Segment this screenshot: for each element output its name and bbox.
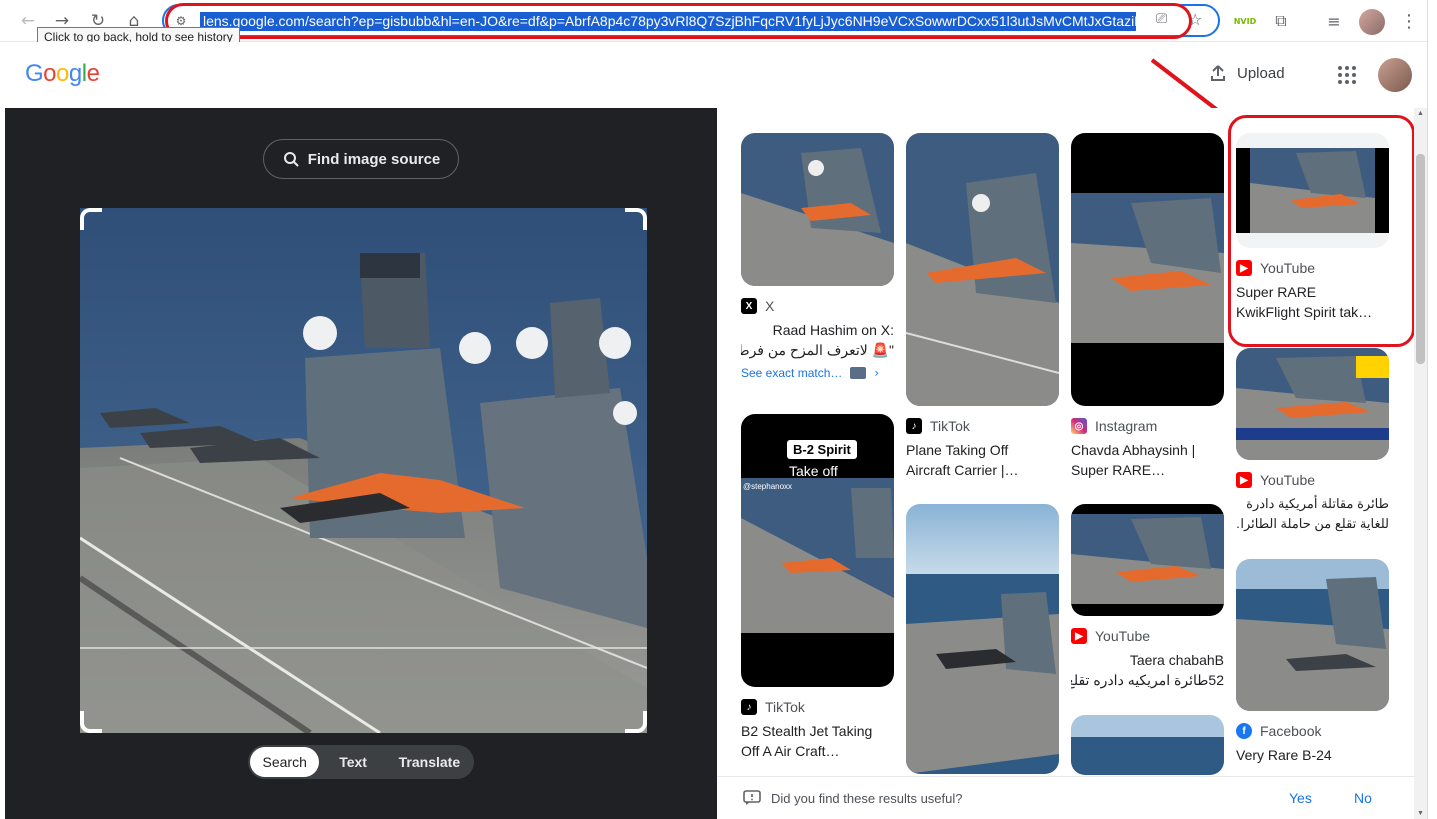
result-title-line: :Raad Hashim on X (772, 322, 894, 338)
instagram-logo-icon: ◎ (1071, 418, 1087, 434)
result-title[interactable]: Taera chabahB 52طائرة امريكيه دادره تقلع… (1071, 650, 1224, 690)
lens-search-icon (283, 152, 299, 167)
see-exact-label: See exact match… (741, 366, 843, 380)
tab-text[interactable]: Text (319, 747, 386, 777)
result-title-line: Plane Taking Off (906, 442, 1009, 458)
scroll-down-arrow[interactable]: ▼ (1417, 810, 1424, 817)
result-thumbnail[interactable] (1236, 348, 1389, 460)
result-card[interactable]: B-2 Spirit Take off @stephanoxx ♪ TikTok… (741, 414, 894, 761)
extension-nvidia-icon[interactable]: NVID (1233, 9, 1257, 33)
crop-corner-bl[interactable] (80, 711, 102, 733)
thumb-overlay-handle: @stephanoxx (743, 482, 793, 491)
result-card[interactable]: ▶ YouTube Taera chabahB 52طائرة امريكيه … (1071, 504, 1224, 690)
result-title-line: للغاية تقلع من حاملة الطائرا… (1236, 516, 1389, 531)
menu-kebab-icon[interactable]: ⋮ (1397, 9, 1421, 33)
result-source: Instagram (1095, 418, 1158, 434)
result-title-line: Very Rare B-24 (1236, 747, 1332, 763)
account-avatar[interactable] (1378, 58, 1412, 92)
tiktok-logo-icon: ♪ (906, 418, 922, 434)
result-title[interactable]: طائرة مقاتلة أمريكية دادرة للغاية تقلع م… (1236, 494, 1389, 534)
google-logo[interactable]: Google (25, 60, 100, 88)
result-thumbnail[interactable] (741, 133, 894, 286)
result-title-line: Chavda Abhaysinh | (1071, 442, 1196, 458)
apps-grid-icon[interactable] (1338, 66, 1356, 84)
find-image-source-button[interactable]: Find image source (263, 139, 459, 179)
feedback-icon (743, 790, 761, 805)
see-exact-match-link[interactable]: See exact match… › (741, 366, 894, 380)
lens-mode-tabs: Search Text Translate (248, 745, 474, 779)
crop-corner-tl[interactable] (80, 208, 102, 230)
chevron-right-icon: › (874, 366, 880, 380)
result-title-line: Taera chabahB (1129, 652, 1224, 668)
result-title-line: 52طائرة امريكيه دادره تقلع… (1071, 672, 1224, 688)
youtube-logo-icon: ▶ (1236, 472, 1252, 488)
logo-letter: e (86, 60, 100, 87)
result-title-line: "🚨 لاتعرف المزح من فرط… (741, 342, 894, 358)
query-image[interactable] (80, 208, 647, 733)
thumb-overlay-text: Take off (789, 463, 838, 479)
crop-corner-br[interactable] (625, 711, 647, 733)
result-title[interactable]: :Raad Hashim on X "🚨 لاتعرف المزح من فرط… (741, 320, 894, 360)
result-title-line: Super RARE… (1071, 462, 1166, 478)
result-thumbnail[interactable] (1236, 559, 1389, 711)
feedback-question: Did you find these results useful? (771, 790, 963, 806)
result-source: Facebook (1260, 723, 1322, 739)
logo-letter: o (56, 60, 69, 87)
result-card[interactable] (906, 504, 1059, 774)
youtube-logo-icon: ▶ (1071, 628, 1087, 644)
logo-letter: g (68, 60, 82, 87)
result-card[interactable]: ▶ YouTube طائرة مقاتلة أمريكية دادرة للغ… (1236, 348, 1389, 534)
results-scrollbar[interactable]: ▲ ▼ (1414, 108, 1427, 819)
result-thumbnail[interactable] (1071, 715, 1224, 775)
result-card[interactable]: ♪ TikTok Plane Taking Off Aircraft Carri… (906, 133, 1059, 480)
result-card[interactable]: f Facebook Very Rare B-24 (1236, 559, 1389, 765)
tab-search[interactable]: Search (250, 747, 320, 777)
result-source: X (765, 298, 775, 314)
result-title-line: Off A Air Craft… (741, 743, 840, 759)
window-frame (1427, 0, 1437, 819)
result-card[interactable] (1071, 715, 1224, 775)
media-control-icon[interactable]: ≡ (1322, 9, 1346, 33)
result-title-line: طائرة مقاتلة أمريكية دادرة (1246, 496, 1389, 511)
result-source: TikTok (930, 418, 970, 434)
extensions-puzzle-icon[interactable]: ⧉ (1269, 9, 1293, 33)
result-title[interactable]: B2 Stealth Jet Taking Off A Air Craft… (741, 721, 894, 761)
logo-letter: o (43, 60, 57, 87)
result-thumbnail[interactable]: B-2 Spirit Take off @stephanoxx (741, 414, 894, 687)
result-source: YouTube (1095, 628, 1151, 644)
result-thumbnail[interactable] (906, 133, 1059, 406)
tab-translate[interactable]: Translate (387, 747, 472, 777)
scrollbar-thumb[interactable] (1416, 154, 1425, 364)
result-title-line: B2 Stealth Jet Taking (741, 723, 873, 739)
result-source: TikTok (765, 699, 805, 715)
result-title[interactable]: Chavda Abhaysinh | Super RARE… (1071, 440, 1224, 480)
profile-avatar[interactable] (1359, 9, 1385, 35)
feedback-yes-button[interactable]: Yes (1289, 790, 1312, 806)
find-source-label: Find image source (307, 150, 441, 168)
result-thumbnail[interactable] (1071, 133, 1224, 406)
thumb-overlay-text: B-2 Spirit (787, 440, 857, 459)
result-title[interactable]: Plane Taking Off Aircraft Carrier |… (906, 440, 1059, 480)
facebook-logo-icon: f (1236, 723, 1252, 739)
exact-match-thumb (850, 367, 867, 379)
scroll-up-arrow[interactable]: ▲ (1417, 110, 1424, 117)
url-annotation-ellipse (165, 3, 1192, 39)
result-thumbnail[interactable] (906, 504, 1059, 774)
feedback-bar: Did you find these results useful? Yes N… (717, 776, 1414, 819)
crop-corner-tr[interactable] (625, 208, 647, 230)
result-title[interactable]: Very Rare B-24 (1236, 745, 1389, 765)
result-annotation-box (1228, 115, 1415, 347)
tiktok-logo-icon: ♪ (741, 699, 757, 715)
result-source: YouTube (1260, 472, 1316, 488)
result-card[interactable]: ◎ Instagram Chavda Abhaysinh | Super RAR… (1071, 133, 1224, 480)
x-logo-icon: X (741, 298, 757, 314)
result-title-line: Aircraft Carrier |… (906, 462, 1019, 478)
result-card[interactable]: X X :Raad Hashim on X "🚨 لاتعرف المزح من… (741, 133, 894, 380)
result-thumbnail[interactable] (1071, 504, 1224, 616)
screen: ← → ↻ ⌂ ⚙ lens.google.com/search?ep=gisb… (0, 0, 1437, 819)
lens-image-panel: Find image source Search Text Translate (5, 108, 717, 819)
logo-letter: G (25, 60, 44, 87)
feedback-no-button[interactable]: No (1354, 790, 1372, 806)
